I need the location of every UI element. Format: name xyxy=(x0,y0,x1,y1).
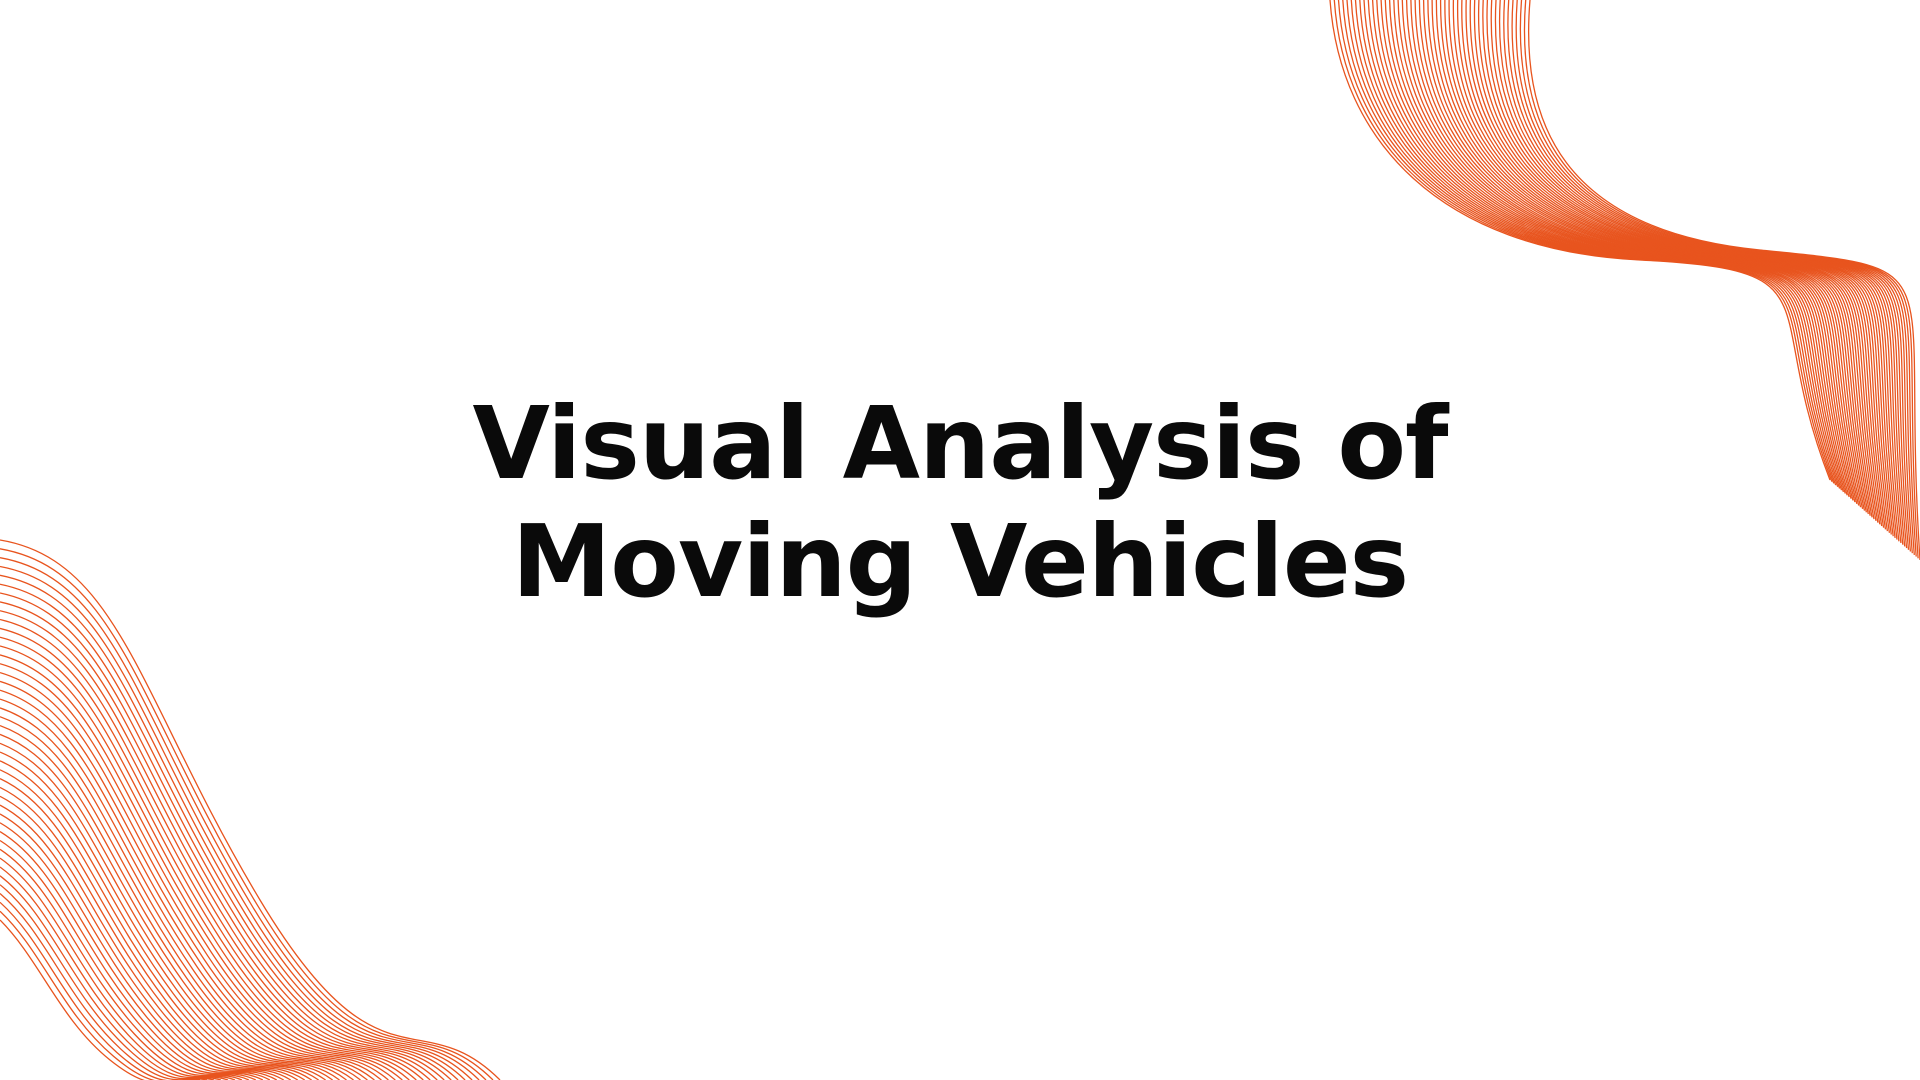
wave-line xyxy=(0,707,368,1080)
wave-line xyxy=(0,539,501,1080)
wave-line xyxy=(0,671,396,1080)
wave-line xyxy=(0,663,403,1080)
wave-line xyxy=(0,592,459,1080)
wave-line xyxy=(0,742,340,1080)
title-line-1: Visual Analysis of xyxy=(472,385,1448,502)
slide-title: Visual Analysis of Moving Vehicles xyxy=(0,385,1920,621)
wave-line xyxy=(0,610,445,1080)
title-slide: Visual Analysis of Moving Vehicles xyxy=(0,0,1920,1080)
title-line-2: Moving Vehicles xyxy=(511,503,1409,620)
wave-line xyxy=(0,689,382,1080)
bottom-left-wave-lines xyxy=(0,539,501,1080)
wave-line xyxy=(0,627,431,1080)
